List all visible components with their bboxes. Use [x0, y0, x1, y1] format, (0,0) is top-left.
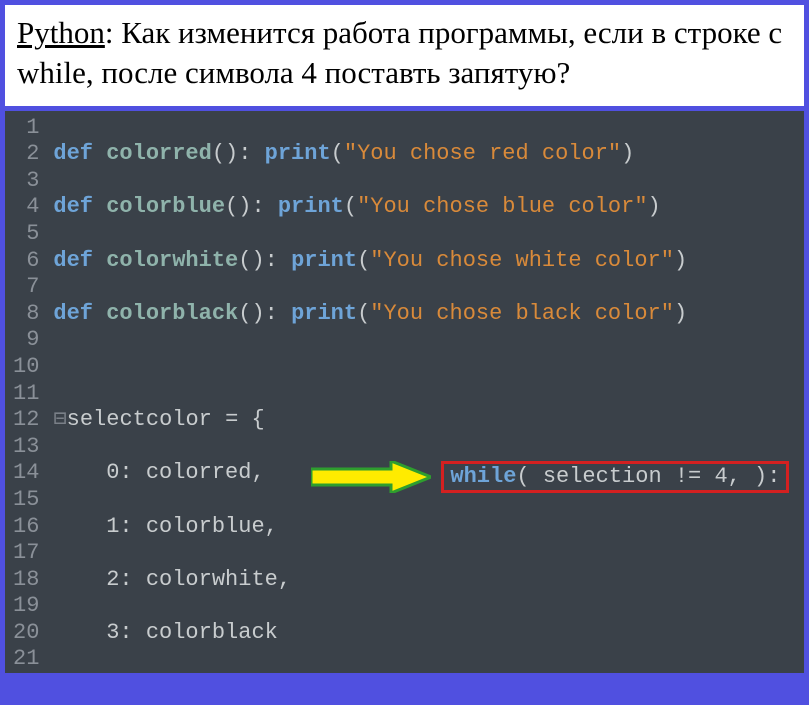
line-number: 7 — [13, 274, 39, 301]
line-number: 11 — [13, 381, 39, 408]
line-number-gutter: 1 2 3 4 5 6 7 8 9 10 11 12 13 14 15 16 1… — [5, 111, 49, 673]
code-line: ⊟selectcolor = { — [53, 407, 804, 434]
line-number: 16 — [13, 514, 39, 541]
line-number: 10 — [13, 354, 39, 381]
code-line: def colorblue(): print("You chose blue c… — [53, 194, 804, 221]
highlight-rest: ( selection != 4, ): — [516, 464, 780, 490]
code-line — [53, 354, 804, 381]
code-line: def colorblack(): print("You chose black… — [53, 301, 804, 328]
question-box: Python: Как изменится работа программы, … — [5, 5, 804, 106]
line-number: 9 — [13, 327, 39, 354]
line-number: 20 — [13, 620, 39, 647]
highlight-keyword: while — [450, 464, 516, 490]
line-number: 3 — [13, 168, 39, 195]
line-number: 6 — [13, 248, 39, 275]
line-number: 15 — [13, 487, 39, 514]
line-number: 19 — [13, 593, 39, 620]
code-line: 2: colorwhite, — [53, 567, 804, 594]
code-line: 3: colorblack — [53, 620, 804, 647]
code-line: 1: colorblue, — [53, 514, 804, 541]
line-number: 2 — [13, 141, 39, 168]
line-number: 17 — [13, 540, 39, 567]
code-line: def colorwhite(): print("You chose white… — [53, 248, 804, 275]
highlighted-code: while( selection != 4, ): — [441, 461, 789, 493]
line-number: 4 — [13, 194, 39, 221]
code-body: def colorred(): print("You chose red col… — [49, 111, 804, 673]
question-body: : Как изменится работа программы, если в… — [17, 15, 782, 90]
question-prefix: Python — [17, 15, 105, 50]
line-number: 14 — [13, 460, 39, 487]
code-line: def colorred(): print("You chose red col… — [53, 141, 804, 168]
line-number: 8 — [13, 301, 39, 328]
line-number: 5 — [13, 221, 39, 248]
code-editor: 1 2 3 4 5 6 7 8 9 10 11 12 13 14 15 16 1… — [5, 111, 804, 673]
line-number: 12 — [13, 407, 39, 434]
line-number: 1 — [13, 115, 39, 142]
line-number: 13 — [13, 434, 39, 461]
line-number: 18 — [13, 567, 39, 594]
line-number: 21 — [13, 646, 39, 672]
